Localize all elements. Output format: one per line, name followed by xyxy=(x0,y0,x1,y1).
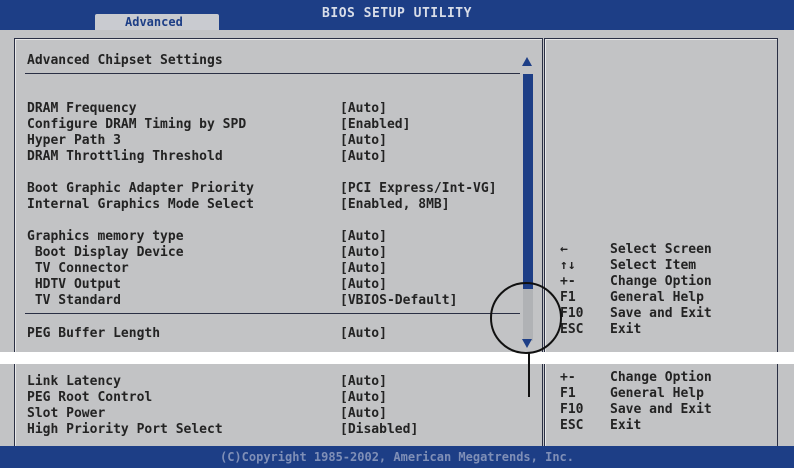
setting-value[interactable]: [Disabled] xyxy=(340,422,418,438)
setting-label[interactable]: TV Connector xyxy=(27,261,129,277)
scroll-up-arrow-icon[interactable] xyxy=(522,57,532,66)
help-key: F1 xyxy=(560,290,576,305)
help-key: ESC xyxy=(560,418,584,433)
setting-label[interactable]: PEG Root Control xyxy=(27,390,152,406)
setting-value[interactable]: [PCI Express/Int-VG] xyxy=(340,181,497,197)
setting-value[interactable]: [Auto] xyxy=(340,326,387,342)
setting-value[interactable]: [Auto] xyxy=(340,261,387,277)
help-key: F1 xyxy=(560,386,576,401)
callout-circle xyxy=(490,282,562,354)
setting-value[interactable]: [VBIOS-Default] xyxy=(340,293,457,309)
setting-label[interactable]: Configure DRAM Timing by SPD xyxy=(27,117,246,133)
help-key: +- xyxy=(560,274,576,289)
setting-value[interactable]: [Auto] xyxy=(340,245,387,261)
help-desc: Change Option xyxy=(610,370,712,385)
scrollbar-thumb[interactable] xyxy=(523,74,533,289)
setting-value[interactable]: [Auto] xyxy=(340,374,387,390)
help-key: +- xyxy=(560,370,576,385)
section-divider-lower xyxy=(25,313,520,314)
help-desc: General Help xyxy=(610,386,704,401)
setting-label[interactable]: Internal Graphics Mode Select xyxy=(27,197,254,213)
help-desc: Save and Exit xyxy=(610,306,712,321)
setting-label[interactable]: Boot Display Device xyxy=(27,245,184,261)
setting-value[interactable]: [Enabled] xyxy=(340,117,410,133)
help-desc: Exit xyxy=(610,322,642,337)
setting-value[interactable]: [Auto] xyxy=(340,101,387,117)
setting-label[interactable]: DRAM Throttling Threshold xyxy=(27,149,223,165)
setting-label[interactable]: DRAM Frequency xyxy=(27,101,137,117)
setting-value[interactable]: [Enabled, 8MB] xyxy=(340,197,450,213)
left-arrow-icon: ← xyxy=(560,242,568,257)
setting-label[interactable]: High Priority Port Select xyxy=(27,422,223,438)
setting-label[interactable]: TV Standard xyxy=(27,293,121,309)
help-key: ESC xyxy=(560,322,584,337)
setting-label[interactable]: Slot Power xyxy=(27,406,105,422)
setting-value[interactable]: [Auto] xyxy=(340,390,387,406)
setting-value[interactable]: [Auto] xyxy=(340,277,387,293)
setting-label[interactable]: PEG Buffer Length xyxy=(27,326,160,342)
setting-label[interactable]: Boot Graphic Adapter Priority xyxy=(27,181,254,197)
help-desc: General Help xyxy=(610,290,704,305)
help-desc: Select Screen xyxy=(610,242,712,257)
setting-label[interactable]: HDTV Output xyxy=(27,277,121,293)
callout-line xyxy=(528,352,530,397)
up-down-arrow-icon: ↑↓ xyxy=(560,258,576,273)
setting-label[interactable]: Link Latency xyxy=(27,374,121,390)
section-divider xyxy=(25,73,520,74)
setting-value[interactable]: [Auto] xyxy=(340,149,387,165)
setting-label[interactable]: Graphics memory type xyxy=(27,229,184,245)
setting-label[interactable]: Hyper Path 3 xyxy=(27,133,121,149)
setting-value[interactable]: [Auto] xyxy=(340,229,387,245)
help-key: F10 xyxy=(560,402,584,417)
split-gap xyxy=(0,352,794,364)
copyright-text: (C)Copyright 1985-2002, American Megatre… xyxy=(219,450,574,464)
help-desc: Exit xyxy=(610,418,642,433)
section-title: Advanced Chipset Settings xyxy=(27,53,223,68)
help-desc: Save and Exit xyxy=(610,402,712,417)
help-key: F10 xyxy=(560,306,584,321)
setting-value[interactable]: [Auto] xyxy=(340,133,387,149)
app-title: BIOS SETUP UTILITY xyxy=(322,6,472,21)
help-desc: Change Option xyxy=(610,274,712,289)
setting-value[interactable]: [Auto] xyxy=(340,406,387,422)
help-desc: Select Item xyxy=(610,258,697,273)
